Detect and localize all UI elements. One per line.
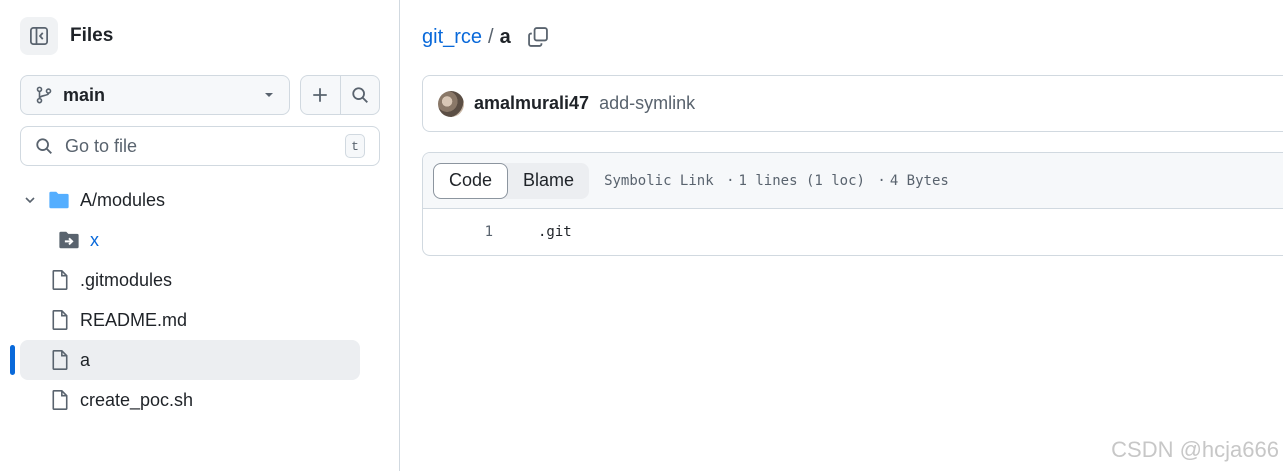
tree-item-label: .gitmodules — [80, 269, 173, 290]
tree-item-label: A/modules — [80, 189, 166, 210]
git-branch-icon — [36, 86, 52, 104]
watermark: CSDN @hcja666 — [1111, 437, 1279, 462]
files-header: Files — [20, 16, 113, 56]
breadcrumb-repo-link[interactable]: git_rce — [422, 26, 482, 49]
tree-item-label: a — [80, 349, 91, 370]
latest-commit-box: amalmurali47 add-symlink — [422, 75, 1283, 132]
folder-icon — [49, 191, 69, 209]
copy-icon — [527, 27, 548, 47]
submodule-folder-icon — [59, 231, 79, 249]
chevron-down-icon — [25, 197, 35, 204]
go-to-file-search: t — [20, 126, 380, 166]
copy-path-button[interactable] — [525, 24, 551, 50]
files-title: Files — [70, 25, 114, 46]
tab-blame[interactable]: Blame — [508, 163, 589, 199]
search-icon — [352, 87, 368, 103]
tree-item-folder[interactable]: A/modules — [20, 180, 360, 220]
tree-item-file[interactable]: create_poc.sh — [50, 380, 360, 420]
plus-icon — [313, 88, 327, 102]
tree-item-file-active[interactable]: a — [20, 340, 360, 380]
avatar[interactable] — [438, 90, 464, 117]
meta-separator: · — [726, 172, 735, 189]
tree-item-file[interactable]: README.md — [50, 300, 360, 340]
tree-item-label: create_poc.sh — [80, 389, 194, 410]
active-item-indicator — [10, 345, 15, 375]
file-icon — [52, 270, 68, 290]
file-icon — [52, 390, 68, 410]
line-content: .git — [538, 224, 572, 240]
search-icon — [36, 138, 52, 154]
branch-selector[interactable]: main — [20, 75, 290, 115]
search-button[interactable] — [339, 76, 380, 114]
branch-name: main — [63, 84, 106, 105]
view-mode-toggle: Code Blame — [433, 162, 590, 199]
file-kind: Symbolic Link — [604, 172, 714, 189]
line-number[interactable]: 1 — [423, 224, 493, 240]
caret-down-icon — [265, 93, 273, 97]
file-size: 4 Bytes — [889, 172, 949, 189]
go-to-file-input[interactable] — [63, 134, 345, 158]
file-viewer: Code Blame Symbolic Link · 1 lines (1 loc… — [422, 152, 1283, 256]
breadcrumb-current-file: a — [499, 25, 511, 48]
breadcrumb-separator: / — [488, 25, 494, 48]
sidebar-action-buttons — [300, 75, 380, 115]
file-icon — [52, 310, 68, 330]
add-file-button[interactable] — [301, 76, 340, 114]
tree-item-label: x — [90, 229, 99, 250]
tree-item-label: README.md — [80, 309, 188, 330]
file-tree-sidebar: Files main t — [0, 0, 400, 471]
tree-item-file[interactable]: .gitmodules — [50, 260, 360, 300]
tab-code[interactable]: Code — [433, 162, 509, 199]
keyboard-shortcut-hint: t — [345, 134, 365, 158]
file-meta: Symbolic Link · 1 lines (1 loc) · 4 Bytes — [604, 173, 949, 189]
file-line-count: 1 lines (1 loc) — [738, 172, 865, 189]
tree-item-submodule[interactable]: x — [58, 220, 360, 260]
breadcrumb: git_rce / a — [422, 22, 551, 52]
collapse-sidebar-button[interactable] — [20, 17, 58, 55]
code-line: 1 .git — [423, 209, 1283, 255]
commit-author[interactable]: amalmurali47 — [474, 93, 589, 114]
meta-separator: · — [877, 172, 886, 189]
commit-message[interactable]: add-symlink — [599, 93, 695, 114]
file-icon — [52, 350, 68, 370]
sidebar-collapse-icon — [30, 27, 48, 45]
file-viewer-header: Code Blame Symbolic Link · 1 lines (1 loc… — [423, 153, 1283, 209]
